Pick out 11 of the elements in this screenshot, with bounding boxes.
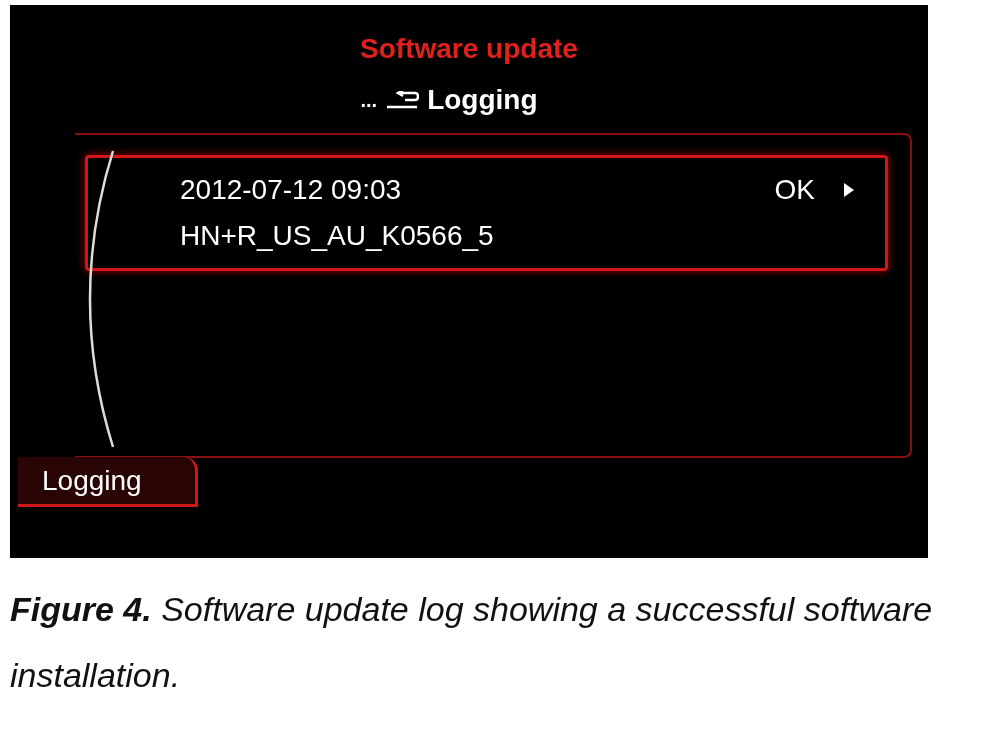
screen-title: Software update: [360, 35, 578, 63]
breadcrumb-label: Logging: [427, 86, 538, 114]
ellipsis: ...: [360, 88, 378, 113]
log-entry[interactable]: 2012-07-12 09:03 OK HN+R_US_AU_K0566_5: [85, 155, 888, 271]
back-arrow-icon: [385, 91, 420, 109]
chevron-right-icon: [843, 182, 855, 198]
figure-caption: Figure 4. Software update log showing a successful software installation.: [10, 589, 934, 696]
tab[interactable]: Logging: [18, 457, 198, 507]
log-file-name: HN+R_US_AU_K0566_5: [180, 222, 495, 250]
log-date: 2012-07-12 09:03: [180, 176, 402, 204]
log-status: OK: [774, 176, 815, 204]
